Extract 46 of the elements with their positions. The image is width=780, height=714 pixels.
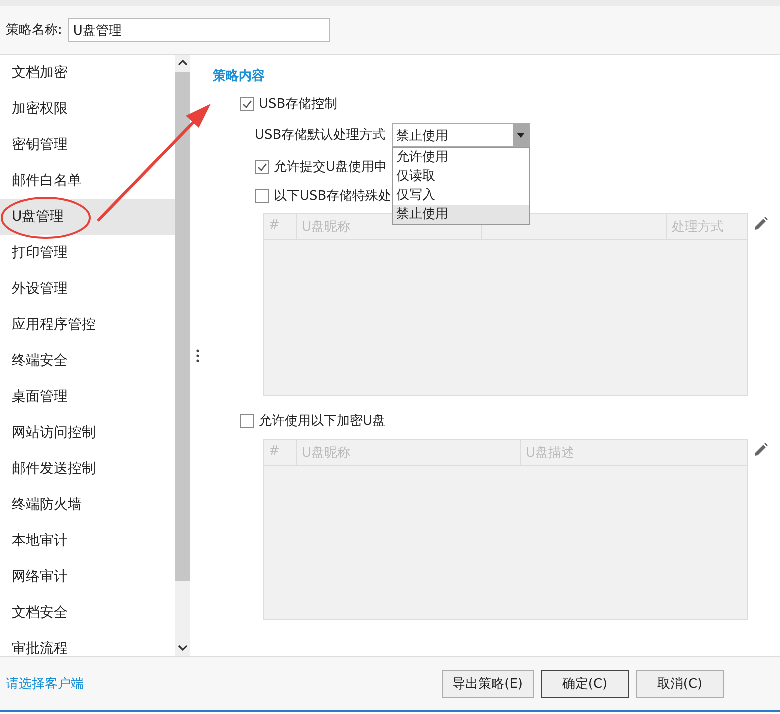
sidebar-item[interactable]: 本地审计 [0,523,175,559]
column-header: # [269,444,280,459]
checkbox-label: 允许使用以下加密U盘 [259,413,386,430]
checkbox[interactable] [255,160,269,174]
checkbox-label: 以下USB存储特殊处 [274,188,392,205]
checkbox[interactable] [240,97,254,111]
dropdown-option[interactable]: 仅读取 [392,167,529,186]
policy-name-label: 策略名称: [6,22,62,39]
mode-label: USB存储默认处理方式 [255,127,386,144]
sidebar-item[interactable]: 审批流程 [0,631,175,656]
sidebar-item[interactable]: 邮件发送控制 [0,451,175,487]
sidebar-item[interactable]: 文档加密 [0,55,175,91]
dropdown-option[interactable]: 仅写入 [392,186,529,205]
sidebar-item[interactable]: 终端防火墙 [0,487,175,523]
checkbox[interactable] [240,414,254,428]
section-title: 策略内容 [213,68,266,85]
checkbox-label: USB存储控制 [259,96,338,113]
footer-button[interactable]: 取消(C) [636,670,724,698]
sidebar-item[interactable]: 网络审计 [0,559,175,595]
policy-name-field[interactable]: U盘管理 [68,18,330,42]
sidebar-item[interactable]: 网站访问控制 [0,415,175,451]
column-header: # [269,218,280,233]
sidebar-item[interactable]: 加密权限 [0,91,175,127]
scroll-up-icon[interactable] [178,59,188,66]
edit-icon[interactable] [754,443,768,457]
mode-dropdown[interactable]: 禁止使用 [392,123,530,147]
dropdown-option[interactable]: 禁止使用 [392,205,529,224]
sidebar-item[interactable]: 打印管理 [0,235,175,271]
checkbox-label: 允许提交U盘使用申 [274,159,388,176]
sidebar-item[interactable]: 终端安全 [0,343,175,379]
sidebar-item[interactable]: 外设管理 [0,271,175,307]
dropdown-caret-icon [516,132,525,138]
dropdown-option[interactable]: 允许使用 [392,148,529,167]
edit-icon[interactable] [754,217,768,231]
sidebar-item[interactable]: 应用程序管控 [0,307,175,343]
sidebar-item[interactable]: U盘管理 [0,199,175,235]
sidebar-item[interactable]: 文档安全 [0,595,175,631]
sidebar-item[interactable]: 桌面管理 [0,379,175,415]
checkbox[interactable] [255,189,269,203]
scrollbar-thumb[interactable] [175,72,190,581]
sidebar-item[interactable]: 邮件白名单 [0,163,175,199]
sidebar-item[interactable]: 密钥管理 [0,127,175,163]
footer-button[interactable]: 确定(C) [541,670,629,698]
splitter-handle-icon[interactable] [196,348,200,362]
footer-button[interactable]: 导出策略(E) [442,670,534,698]
scroll-down-icon[interactable] [178,645,188,652]
